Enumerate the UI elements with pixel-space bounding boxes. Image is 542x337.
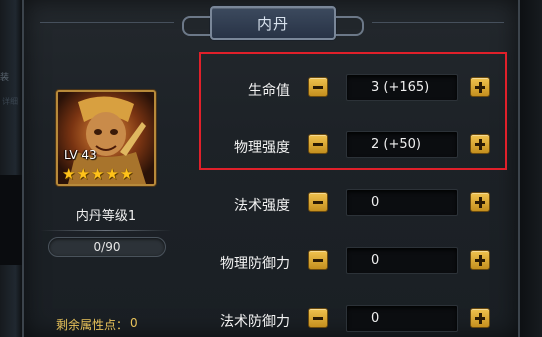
hero-star-rating: ★ ★ ★ ★ ★ [62,167,133,182]
stat-label: 法术强度 [234,198,290,214]
decrease-physical-strength-button[interactable] [308,134,328,154]
stat-value: 0 [371,311,380,326]
background-left: 装 详细 [0,0,22,337]
stat-value: 0 [371,195,380,210]
stat-row-physical-defense: 物理防御力 0 [190,247,510,277]
inner-core-level: 内丹等级1 [75,209,137,224]
stat-label: 物理防御力 [220,256,290,272]
stat-value-box: 0 [346,189,458,216]
stat-row-magic-defense: 法术防御力 0 [190,305,510,335]
hero-portrait[interactable]: LV 43 ★ ★ ★ ★ ★ [56,90,156,186]
stat-value-box: 3 (+165) [346,74,458,101]
increase-magic-strength-button[interactable] [470,192,490,212]
stat-value: 0 [371,253,380,268]
stat-label: 生命值 [248,83,290,99]
divider [40,230,172,231]
exp-progress-text: 0/90 [93,240,121,254]
stat-value-box: 0 [346,247,458,274]
remaining-points: 剩余属性点： 0 [56,316,138,333]
panel-title-tab: 内丹 [182,6,364,40]
star-icon: ★ [119,165,134,183]
star-icon: ★ [90,165,105,183]
stat-row-physical-strength: 物理强度 2 (+50) [190,131,510,161]
stat-label: 法术防御力 [220,314,290,330]
background-right [520,0,542,337]
remaining-points-value: 0 [130,316,138,330]
stat-row-hp: 生命值 3 (+165) [190,74,510,104]
background-ghost-text-2: 详细 [2,97,18,106]
stat-value-box: 2 (+50) [346,131,458,158]
stat-value-box: 0 [346,305,458,332]
star-icon: ★ [76,165,90,183]
increase-physical-strength-button[interactable] [470,134,490,154]
star-icon: ★ [62,165,76,183]
background-ghost-text: 装 [0,73,10,83]
stat-row-magic-strength: 法术强度 0 [190,189,510,219]
decrease-physical-defense-button[interactable] [308,250,328,270]
increase-hp-button[interactable] [470,77,490,97]
stat-value: 3 (+165) [371,80,430,95]
decrease-magic-defense-button[interactable] [308,308,328,328]
decrease-hp-button[interactable] [308,77,328,97]
remaining-points-label: 剩余属性点： [56,318,129,332]
increase-physical-defense-button[interactable] [470,250,490,270]
decrease-magic-strength-button[interactable] [308,192,328,212]
hero-level: LV 43 [64,148,97,162]
increase-magic-defense-button[interactable] [470,308,490,328]
star-icon: ★ [105,165,119,183]
stat-label: 物理强度 [234,140,290,156]
exp-progress-bar: 0/90 [48,237,166,257]
panel-title: 内丹 [256,14,289,33]
stat-value: 2 (+50) [371,137,421,152]
